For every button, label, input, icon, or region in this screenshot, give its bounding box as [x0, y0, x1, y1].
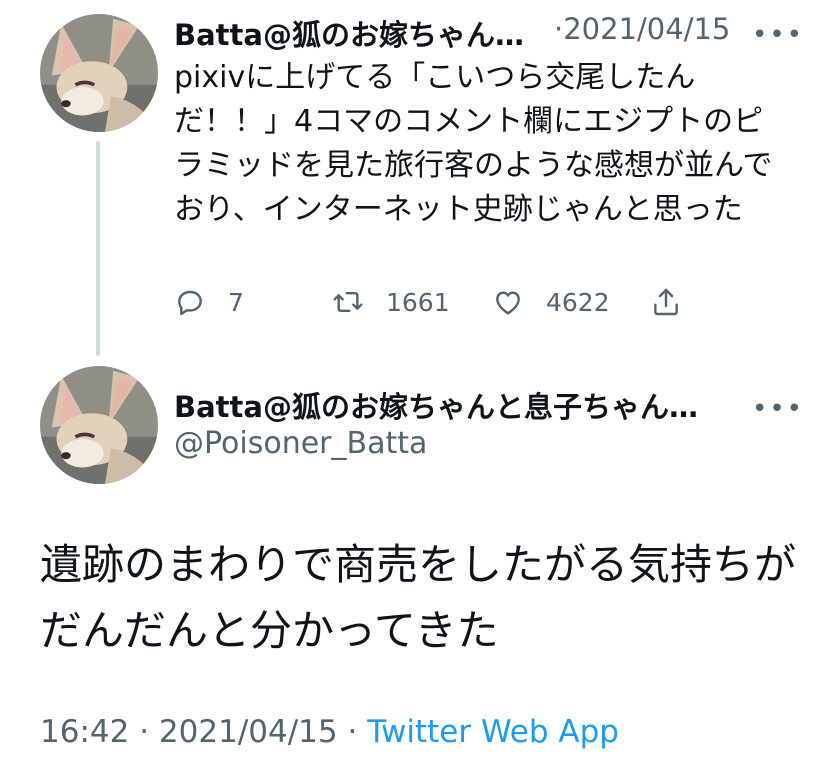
tweet-time[interactable]: 16:42 [40, 714, 129, 750]
tweet-meta: ·2021/04/15 [554, 12, 730, 46]
share-icon [654, 288, 678, 316]
thread-connector-line [96, 141, 100, 356]
tweet-footer: 16:42 · 2021/04/15 · Twitter Web App [40, 714, 619, 750]
reply-count: 7 [228, 287, 244, 317]
more-options-icon[interactable]: ••• [752, 22, 804, 48]
retweet-icon [333, 292, 363, 312]
avatar[interactable] [40, 366, 158, 484]
display-name[interactable]: Batta@狐のお嫁ちゃん… [174, 12, 524, 54]
tweet-text: pixivに上げてる「こいつら交尾したんだ！！」4コマのコメント欄にエジプトのピ… [174, 60, 773, 227]
reply-button[interactable]: 7 [174, 286, 244, 318]
source-app-link[interactable]: Twitter Web App [367, 714, 619, 750]
reply-icon [178, 290, 202, 316]
tweet-text: 遺跡のまわりで商売をしたがる気持ちがだんだんと分かってきた [40, 540, 797, 655]
retweet-button[interactable]: 1661 [332, 286, 450, 318]
heart-icon [496, 291, 520, 315]
fennec-fox-avatar-icon [40, 14, 158, 132]
meta-separator: · [554, 12, 564, 46]
tweet-date[interactable]: 2021/04/15 [159, 714, 338, 750]
retweet-count: 1661 [386, 287, 450, 317]
avatar[interactable] [40, 14, 158, 132]
more-options-icon[interactable]: ••• [752, 396, 804, 422]
tweet-date[interactable]: 2021/04/15 [563, 12, 730, 46]
user-handle[interactable]: @Poisoner_Batta [174, 426, 427, 461]
fennec-fox-avatar-icon [40, 366, 158, 484]
like-count: 4622 [546, 287, 610, 317]
share-button[interactable] [650, 286, 704, 318]
like-button[interactable]: 4622 [492, 286, 610, 318]
footer-separator: · [347, 714, 358, 750]
footer-separator: · [139, 714, 150, 750]
display-name[interactable]: Batta@狐のお嫁ちゃんと息子ちゃん… [174, 384, 698, 426]
